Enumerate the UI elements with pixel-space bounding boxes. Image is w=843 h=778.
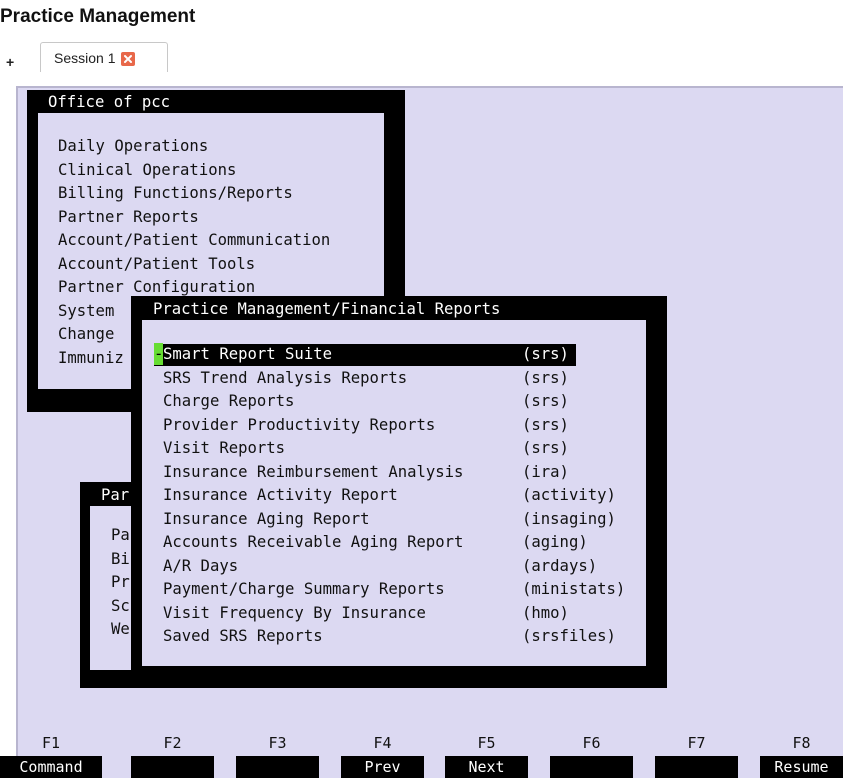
- partner-menu-item[interactable]: Pa: [111, 524, 130, 548]
- financial-menu-item-label: Charge Reports: [163, 392, 295, 410]
- function-key-number: F7: [687, 734, 706, 752]
- financial-menu-item-code: (srs): [522, 345, 569, 363]
- financial-menu-item-label: SRS Trend Analysis Reports: [163, 368, 408, 387]
- office-menu-item[interactable]: Daily Operations: [58, 135, 208, 159]
- tab-session-1[interactable]: Session 1: [40, 42, 168, 72]
- function-key-label[interactable]: [550, 756, 633, 778]
- office-menu-title: Office of pcc: [48, 93, 171, 111]
- financial-menu-item-label: Accounts Receivable Aging Report: [163, 533, 464, 551]
- financial-menu-item-label: Insurance Reimbursement Analysis: [163, 462, 464, 481]
- tab-label: Session 1: [54, 50, 116, 66]
- page-title: Practice Management: [0, 6, 196, 27]
- financial-menu-item-label: Provider Productivity Reports: [163, 415, 436, 434]
- financial-menu-title: Practice Management/Financial Reports: [153, 300, 501, 318]
- function-key-f2[interactable]: F2: [131, 734, 214, 778]
- function-key-number: F1: [41, 734, 61, 752]
- financial-menu-item-label: Insurance Activity Report: [163, 486, 398, 504]
- financial-menu-item-label: A/R Days: [163, 556, 239, 575]
- partner-menu-item[interactable]: We: [111, 618, 130, 642]
- function-key-number: F2: [163, 734, 182, 752]
- function-key-f3[interactable]: F3: [236, 734, 319, 778]
- financial-menu-item-label: Smart Report Suite: [163, 345, 332, 363]
- financial-menu-item-code: (hmo): [522, 603, 569, 622]
- office-menu-item[interactable]: System: [58, 300, 114, 324]
- office-menu-item[interactable]: Account/Patient Tools: [58, 253, 255, 277]
- financial-menu-item-code: (srs): [522, 439, 569, 457]
- office-menu-item[interactable]: Account/Patient Communication: [58, 229, 330, 253]
- partner-menu-title: Par: [101, 486, 130, 504]
- financial-menu-item-code: (activity): [522, 486, 616, 504]
- financial-menu-item-label: Saved SRS Reports: [163, 627, 323, 645]
- function-key-label[interactable]: Next: [445, 756, 528, 778]
- close-icon[interactable]: [121, 52, 135, 66]
- add-session-button[interactable]: +: [6, 54, 14, 70]
- financial-menu-item-code: (srs): [522, 415, 569, 434]
- function-key-label[interactable]: [131, 756, 214, 778]
- financial-menu-item-label: Insurance Aging Report: [163, 509, 370, 528]
- partner-menu-item[interactable]: Bi: [111, 548, 130, 572]
- function-key-f8[interactable]: F8 Resume: [760, 734, 843, 778]
- financial-menu-item-code: (ardays): [522, 556, 598, 575]
- financial-menu-item-label: Visit Reports: [163, 439, 286, 457]
- partner-menu-item[interactable]: Sc: [111, 595, 130, 619]
- office-menu-item[interactable]: Immuniz: [58, 347, 124, 371]
- office-menu-item[interactable]: Billing Functions/Reports: [58, 182, 293, 206]
- financial-menu-item-code: (aging): [522, 533, 588, 551]
- financial-menu-item-label: Visit Frequency By Insurance: [163, 603, 426, 622]
- function-key-label[interactable]: Resume: [760, 756, 843, 778]
- function-key-label[interactable]: [236, 756, 319, 778]
- financial-menu-item-code: (ministats): [522, 580, 626, 598]
- function-key-number: F8: [792, 734, 811, 752]
- function-key-f5[interactable]: F5 Next: [445, 734, 528, 778]
- function-key-bar: F1 Command F2 F3 F4 Prev F5 Next F6 F7 F8 Resume: [0, 734, 843, 778]
- function-key-f6[interactable]: F6: [550, 734, 633, 778]
- financial-menu-item-code: (insaging): [522, 509, 616, 528]
- terminal-screen[interactable]: Office of pcc Daily Operations Clinical O…: [16, 86, 843, 778]
- function-key-label[interactable]: [655, 756, 738, 778]
- session-tab-bar: + Session 1: [0, 40, 843, 72]
- function-key-number: F6: [582, 734, 601, 752]
- selection-marker: -: [154, 343, 164, 365]
- office-menu-item[interactable]: Change: [58, 323, 114, 347]
- financial-menu-item-code: (srs): [522, 392, 569, 410]
- financial-menu-item-label: Payment/Charge Summary Reports: [163, 580, 445, 598]
- financial-menu-item-code: (ira): [522, 462, 569, 481]
- function-key-label[interactable]: Prev: [341, 756, 424, 778]
- function-key-f7[interactable]: F7: [655, 734, 738, 778]
- office-menu-item[interactable]: Partner Reports: [58, 206, 199, 230]
- office-menu-item[interactable]: Clinical Operations: [58, 159, 236, 183]
- function-key-label[interactable]: Command: [0, 756, 102, 778]
- function-key-number: F3: [268, 734, 287, 752]
- financial-menu-item-code: (srs): [522, 368, 569, 387]
- function-key-f4[interactable]: F4 Prev: [341, 734, 424, 778]
- function-key-number: F5: [477, 734, 496, 752]
- financial-menu-item-code: (srsfiles): [522, 627, 616, 645]
- partner-menu-item[interactable]: Pr: [111, 571, 130, 595]
- function-key-f1[interactable]: F1 Command: [0, 734, 102, 778]
- function-key-number: F4: [373, 734, 392, 752]
